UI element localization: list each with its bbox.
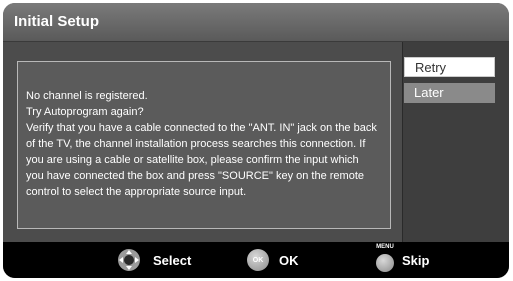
message-line: Verify that you have a cable connected t… xyxy=(26,122,377,134)
select-hint: Select xyxy=(117,242,191,278)
title-bar: Initial Setup xyxy=(3,3,509,42)
select-label: Select xyxy=(153,252,192,268)
message-line: you are using a cable or satellite box, … xyxy=(26,154,359,166)
dialog-title: Initial Setup xyxy=(14,13,100,30)
content-area: No channel is registered. Try Autoprogra… xyxy=(3,42,401,242)
message-box: No channel is registered. Try Autoprogra… xyxy=(17,61,391,229)
message-text: No channel is registered. Try Autoprogra… xyxy=(26,88,388,200)
initial-setup-dialog: Initial Setup No channel is registered. … xyxy=(3,3,509,278)
footer-bar: Select OK OK MENU Skip xyxy=(3,242,509,278)
message-line: control to select the appropriate source… xyxy=(26,186,247,198)
later-option[interactable]: Later xyxy=(404,83,495,103)
message-line: you have connected the box and press "SO… xyxy=(26,170,364,182)
tv-screen: Initial Setup No channel is registered. … xyxy=(0,0,513,281)
ok-label: OK xyxy=(279,252,299,268)
message-line: Try Autoprogram again? xyxy=(26,106,144,118)
skip-hint: MENU Skip xyxy=(374,242,429,278)
ok-button-icon: OK xyxy=(247,249,269,271)
message-line: of the TV, the channel installation proc… xyxy=(26,138,366,150)
ok-hint: OK OK xyxy=(247,242,299,278)
menu-button-circle xyxy=(376,254,394,272)
dpad-icon xyxy=(118,249,140,271)
retry-option[interactable]: Retry xyxy=(404,57,495,77)
menu-button-icon: MENU xyxy=(374,242,396,278)
menu-button-text: MENU xyxy=(376,244,394,250)
message-line: No channel is registered. xyxy=(26,90,148,102)
skip-label: Skip xyxy=(402,252,430,268)
